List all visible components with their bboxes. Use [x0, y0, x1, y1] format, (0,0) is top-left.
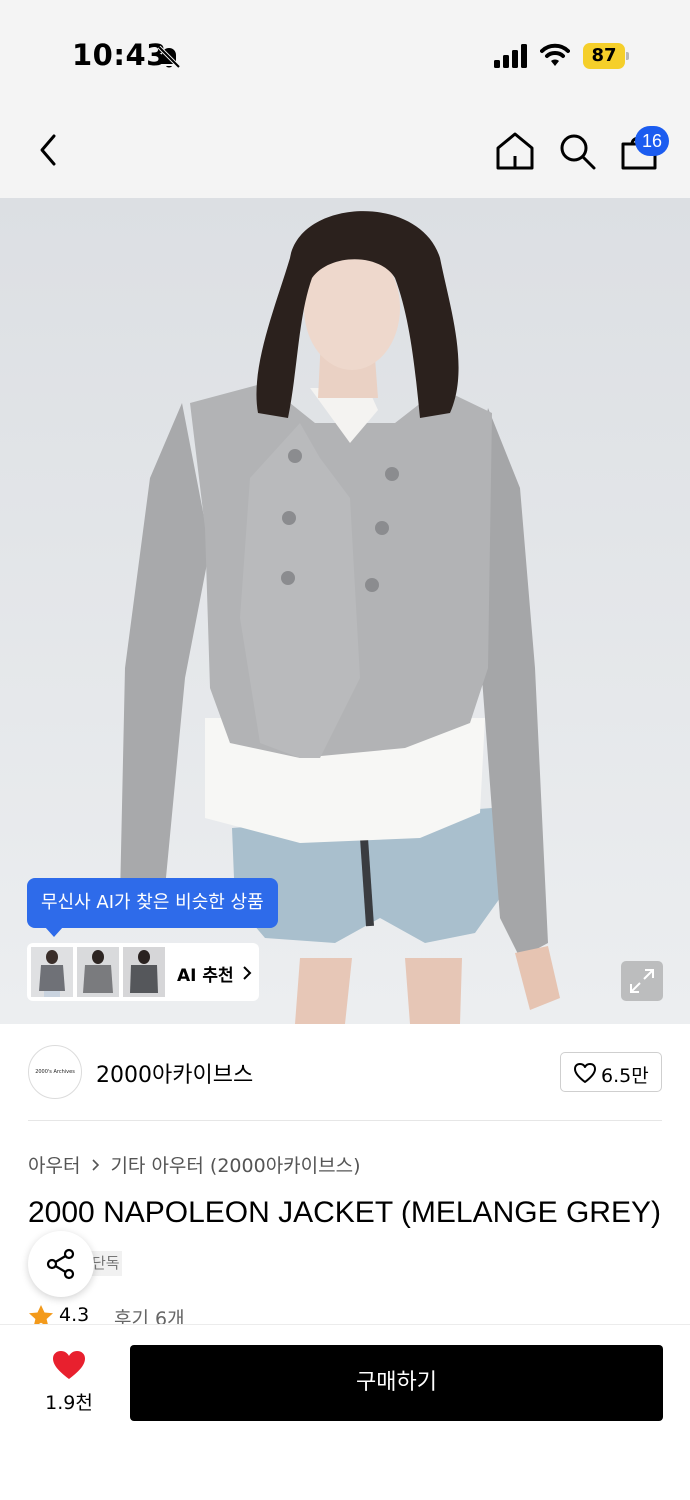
- star-icon: [29, 1305, 53, 1324]
- similar-product-thumbnail[interactable]: [123, 947, 165, 997]
- wifi-icon: [540, 43, 570, 66]
- home-icon[interactable]: [494, 130, 536, 172]
- back-arrow-icon[interactable]: [28, 128, 68, 172]
- product-title: 2000 NAPOLEON JACKET (MELANGE GREY): [28, 1196, 661, 1229]
- top-nav-bar: [0, 100, 690, 198]
- chevron-right-icon: [92, 1159, 100, 1171]
- rating-value: 4.3: [59, 1304, 90, 1324]
- brand-like-button[interactable]: 6.5만: [560, 1052, 662, 1092]
- bell-slash-icon: [157, 45, 181, 69]
- brand-name[interactable]: 2000아카이브스: [96, 1057, 253, 1089]
- share-button[interactable]: [28, 1231, 94, 1297]
- buy-button[interactable]: 구매하기: [130, 1345, 663, 1421]
- ai-recommend-card[interactable]: AI 추천: [27, 943, 259, 1001]
- expand-image-button[interactable]: [621, 961, 663, 1001]
- heart-outline-icon: [574, 1063, 596, 1083]
- share-icon: [46, 1248, 75, 1280]
- breadcrumb-subcategory[interactable]: 기타 아우터 (2000아카이브스): [110, 1155, 360, 1177]
- similar-product-thumbnail[interactable]: [31, 947, 73, 997]
- similar-product-thumbnail[interactable]: [77, 947, 119, 997]
- battery-indicator: 87: [583, 43, 629, 69]
- battery-tip: [626, 52, 629, 60]
- ai-similar-products-tooltip[interactable]: 무신사 AI가 찾은 비슷한 상품: [27, 878, 278, 937]
- breadcrumb: 아우터 기타 아우터 (2000아카이브스): [28, 1151, 361, 1178]
- signal-icon: [494, 44, 527, 68]
- cart-count-badge: 16: [635, 126, 669, 156]
- brand-logo[interactable]: 2000's Archives: [28, 1045, 82, 1099]
- status-time: 10:43: [72, 38, 167, 72]
- heart-filled-icon[interactable]: [51, 1349, 87, 1381]
- rating-row[interactable]: 4.3 후기 6개: [28, 1302, 328, 1324]
- review-count[interactable]: 후기 6개: [114, 1304, 185, 1324]
- wishlist-count: 1.9천: [45, 1392, 93, 1414]
- chevron-right-icon: [243, 966, 252, 980]
- status-bar: 10:43 87: [0, 0, 690, 100]
- ai-recommend-label: AI 추천: [177, 966, 234, 986]
- battery-level: 87: [583, 43, 625, 69]
- brand-like-count: 6.5만: [601, 1065, 649, 1087]
- breadcrumb-category[interactable]: 아우터: [28, 1155, 80, 1177]
- divider: [28, 1120, 662, 1121]
- expand-icon: [630, 969, 654, 993]
- search-icon[interactable]: [556, 130, 598, 172]
